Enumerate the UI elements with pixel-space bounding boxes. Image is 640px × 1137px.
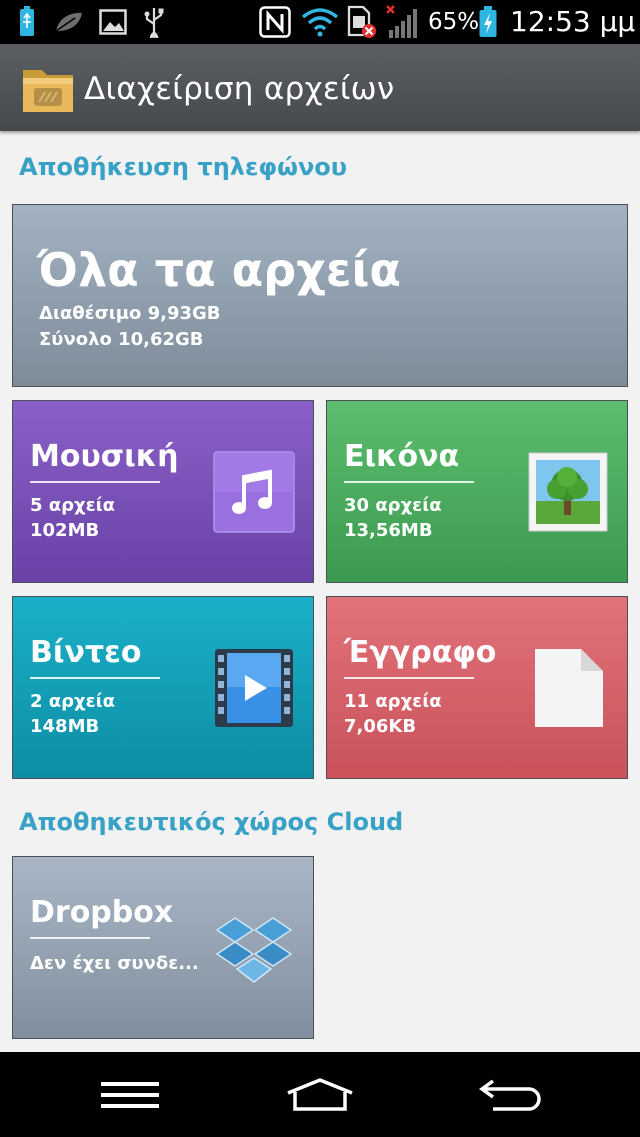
music-title: Μουσική [30, 439, 179, 474]
home-icon[interactable] [280, 1070, 360, 1120]
sim-icon [344, 5, 378, 38]
available-space: Διαθέσιμο 9,93GB [39, 303, 221, 324]
folder-icon[interactable] [20, 60, 76, 116]
image-size: 13,56MB [344, 520, 433, 541]
tree-picture-icon [527, 451, 609, 533]
document-icon [527, 647, 609, 729]
dropbox-tile[interactable]: Dropbox Δεν έχει συνδε... [12, 856, 314, 1039]
music-size: 102MB [30, 520, 100, 541]
image-icon [98, 6, 128, 38]
usb-battery-icon [14, 6, 40, 38]
back-icon[interactable] [472, 1070, 552, 1120]
status-bar: 65% 12:53 μμ [0, 0, 640, 44]
image-count: 30 αρχεία [344, 495, 442, 516]
image-divider [344, 481, 474, 483]
document-tile[interactable]: Έγγραφο 11 αρχεία 7,06KB [326, 596, 628, 779]
signal-icon [384, 5, 424, 38]
dropbox-title: Dropbox [30, 895, 174, 930]
film-play-icon [213, 647, 295, 729]
usb-icon [140, 6, 168, 38]
video-count: 2 αρχεία [30, 691, 116, 712]
image-title: Εικόνα [344, 439, 460, 474]
dropbox-status: Δεν έχει συνδε... [30, 953, 199, 974]
image-tile[interactable]: Εικόνα 30 αρχεία 13,56MB [326, 400, 628, 583]
video-divider [30, 677, 160, 679]
document-divider [344, 677, 474, 679]
app-title: Διαχείριση αρχείων [84, 71, 395, 107]
battery-charging-icon [476, 6, 500, 38]
wifi-icon [300, 6, 340, 38]
video-tile[interactable]: Βίντεο 2 αρχεία 148MB [12, 596, 314, 779]
dropbox-divider [30, 937, 150, 939]
clock: 12:53 μμ [510, 5, 636, 38]
section-cloud-storage: Αποθηκευτικός χώρος Cloud [19, 808, 404, 836]
music-tile[interactable]: Μουσική 5 αρχεία 102MB [12, 400, 314, 583]
section-phone-storage: Αποθήκευση τηλεφώνου [19, 153, 347, 181]
document-size: 7,06KB [344, 716, 417, 737]
music-count: 5 αρχεία [30, 495, 116, 516]
menu-icon[interactable] [90, 1070, 170, 1120]
music-divider [30, 481, 160, 483]
navigation-bar [0, 1052, 640, 1137]
document-count: 11 αρχεία [344, 691, 442, 712]
all-files-tile[interactable]: Όλα τα αρχεία Διαθέσιμο 9,93GB Σύνολο 10… [12, 204, 628, 387]
battery-percent: 65% [428, 9, 480, 35]
all-files-title: Όλα τα αρχεία [37, 243, 402, 297]
leaf-icon [52, 6, 86, 38]
dropbox-icon [213, 912, 295, 994]
nfc-icon [258, 6, 292, 38]
total-space: Σύνολο 10,62GB [39, 329, 204, 350]
document-title: Έγγραφο [344, 635, 497, 670]
video-size: 148MB [30, 716, 100, 737]
app-bar: Διαχείριση αρχείων [0, 44, 640, 131]
music-note-icon [213, 451, 295, 533]
video-title: Βίντεο [30, 635, 142, 670]
